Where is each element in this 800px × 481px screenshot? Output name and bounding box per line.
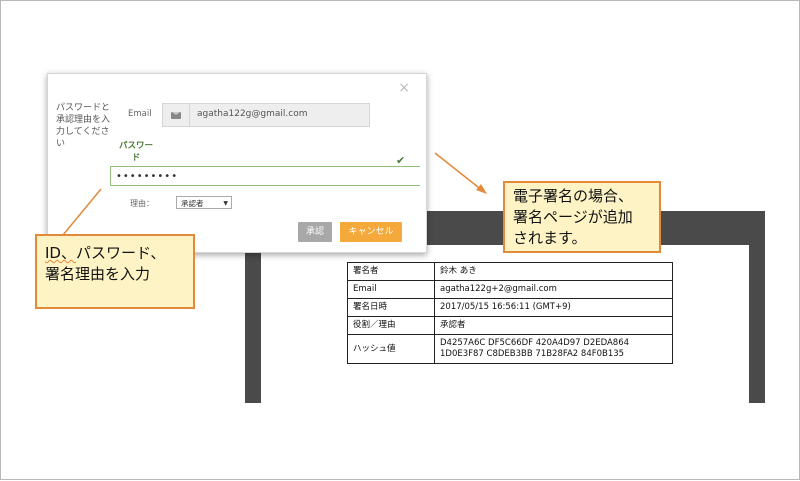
callout-right-line1: 電子署名の場合、 [513,187,634,205]
callout-left-id: ID、 [45,244,76,262]
callout-right-line3: されます。 [513,229,587,247]
right-callout-arrowhead [476,184,487,194]
callout-left-line2: 署名理由を入力 [45,265,151,283]
callout-input-instructions: ID、パスワード、 署名理由を入力 [35,234,195,309]
callout-left-password: パスワード、 [75,244,166,262]
screenshot-frame: 署名者 鈴木 あき Email agatha122g+2@gmail.com 署… [0,0,800,480]
left-callout-arrow [62,188,102,236]
callout-right-line2: 署名ページが追加 [513,208,633,226]
right-callout-arrow [434,152,484,192]
callout-left-line1: ID、パスワード、 [45,243,185,264]
callout-signature-page: 電子署名の場合、 署名ページが追加 されます。 [503,181,661,253]
